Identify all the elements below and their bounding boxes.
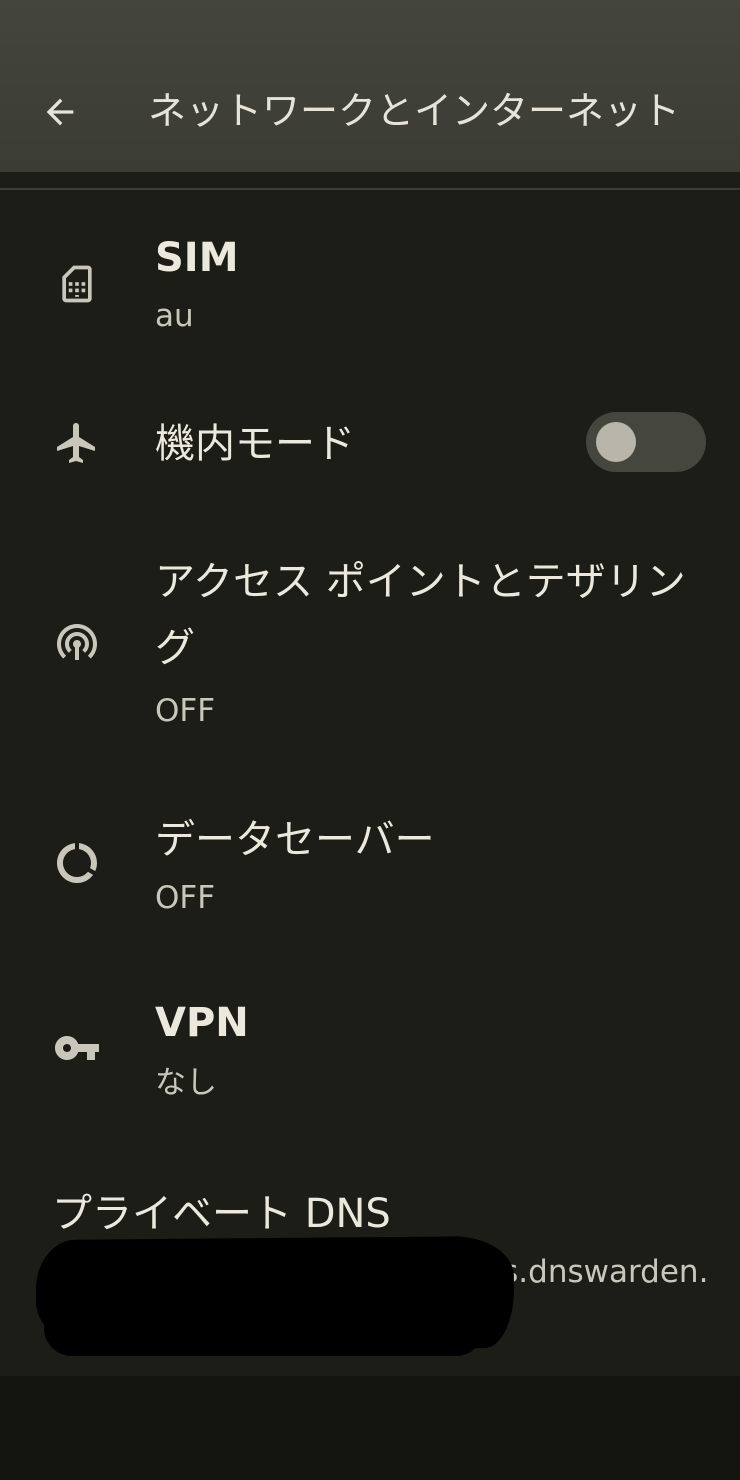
hotspot-tethering-setting[interactable]: アクセス ポイントとテザリング OFF [0,545,740,745]
top-app-bar: ネットワークとインターネット [0,0,740,172]
data-saver-setting[interactable]: データセーバー OFF [0,800,740,930]
hotspot-tethering-title: アクセス ポイントとテザリング [155,559,686,671]
hotspot-tethering-subtitle: OFF [155,693,216,729]
header-divider [0,188,740,190]
private-dns-title: プライベート DNS [52,1191,391,1237]
vpn-subtitle: なし [155,1065,217,1101]
back-button[interactable] [30,82,90,142]
sim-title: SIM [155,235,239,281]
hotspot-icon [50,615,104,669]
airplane-icon [50,416,104,470]
data-saver-icon [50,836,104,890]
vpn-key-icon [50,1021,104,1075]
airplane-mode-toggle[interactable] [586,412,706,472]
sim-card-icon [50,257,104,311]
data-saver-title: データセーバー [155,817,435,863]
data-saver-subtitle: OFF [155,880,216,916]
page-title: ネットワークとインターネット [148,89,681,133]
sim-setting[interactable]: SIM au [0,210,740,360]
redaction-mark [44,1300,484,1356]
airplane-mode-title: 機内モード [155,421,355,467]
vpn-title: VPN [155,1000,249,1046]
settings-screen: ネットワークとインターネット SIM au 機内モード アクセス ポイントとテザ… [0,0,740,1480]
toggle-knob [596,422,636,462]
bottom-area [0,1376,740,1480]
sim-subtitle: au [155,298,194,334]
arrow-back-icon [46,98,74,126]
vpn-setting[interactable]: VPN なし [0,985,740,1115]
